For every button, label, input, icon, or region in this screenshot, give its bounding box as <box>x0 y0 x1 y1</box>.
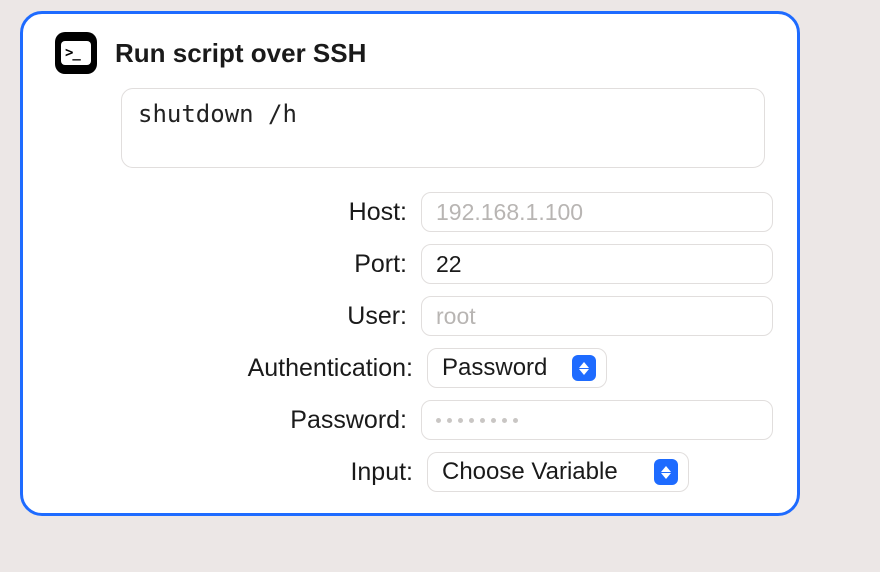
password-label: Password: <box>47 406 421 435</box>
action-title: Run script over SSH <box>115 38 366 69</box>
port-input[interactable] <box>421 244 773 284</box>
authentication-selected: Password <box>442 354 547 382</box>
password-input[interactable] <box>421 400 773 440</box>
host-label: Host: <box>47 198 421 227</box>
user-label: User: <box>47 302 421 331</box>
row-input: Input: Choose Variable <box>47 452 773 492</box>
chevron-updown-icon <box>572 355 596 381</box>
host-input[interactable] <box>421 192 773 232</box>
input-variable-select[interactable]: Choose Variable <box>427 452 689 492</box>
ssh-action-card: >_ Run script over SSH Host: Port: User:… <box>20 11 800 516</box>
input-label: Input: <box>47 458 427 487</box>
row-host: Host: <box>47 192 773 232</box>
authentication-select[interactable]: Password <box>427 348 607 388</box>
user-input[interactable] <box>421 296 773 336</box>
row-port: Port: <box>47 244 773 284</box>
port-label: Port: <box>47 250 421 279</box>
row-password: Password: <box>47 400 773 440</box>
row-user: User: <box>47 296 773 336</box>
terminal-icon-glyph: >_ <box>61 41 91 65</box>
row-authentication: Authentication: Password <box>47 348 773 388</box>
input-variable-selected: Choose Variable <box>442 458 618 486</box>
authentication-label: Authentication: <box>47 354 427 383</box>
form-rows: Host: Port: User: Authentication: Passwo… <box>47 192 773 492</box>
card-header: >_ Run script over SSH <box>55 32 773 74</box>
script-textarea[interactable] <box>121 88 765 168</box>
terminal-icon: >_ <box>55 32 97 74</box>
chevron-updown-icon <box>654 459 678 485</box>
